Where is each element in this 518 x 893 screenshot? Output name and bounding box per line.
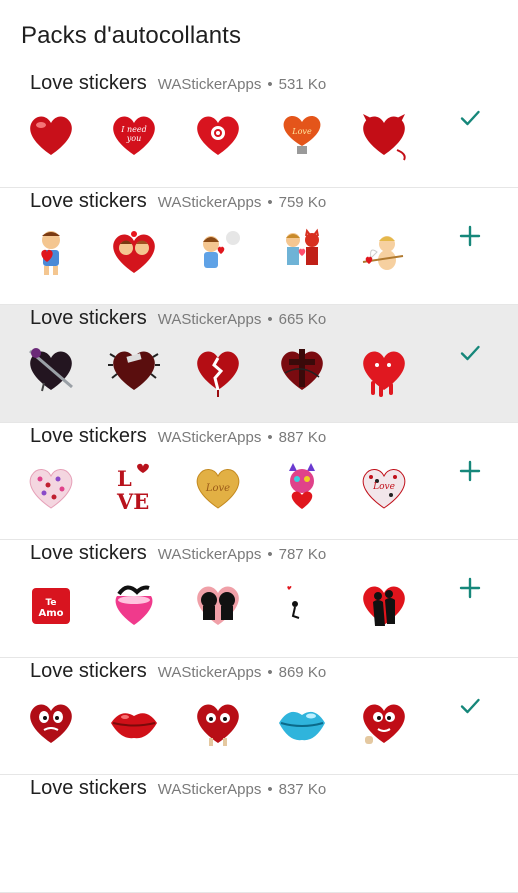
add-icon [458, 224, 482, 248]
check-icon [458, 694, 482, 718]
melting-heart-sticker [357, 343, 411, 397]
grumpy-heart-sticker [24, 696, 78, 750]
colorful-cat-heart-sticker [275, 461, 329, 515]
cupid-sticker [357, 226, 411, 280]
sticker-pack-row[interactable]: Love stickers WAStickerApps • 837 Ko [0, 775, 518, 893]
svg-text:you: you [126, 134, 142, 143]
svg-text:Te: Te [45, 598, 56, 608]
waving-heart-sticker [357, 696, 411, 750]
svg-text:VE: VE [116, 489, 149, 514]
love-bulb-sticker: Love [275, 108, 329, 162]
moon-girl-sticker [275, 578, 329, 632]
blue-lips-sticker [275, 696, 329, 750]
rose-heart-sticker [191, 108, 245, 162]
sticker-pack-row[interactable]: Love stickers WAStickerApps • 531 Ko I need y… [0, 70, 518, 188]
te-amo-pillow-sticker: Te Amo [24, 578, 78, 632]
cross-heart-sticker [275, 343, 329, 397]
pierced-heart-sticker [24, 343, 78, 397]
svg-text:I need: I need [120, 125, 146, 134]
silhouette-pink-heart-sticker [107, 578, 161, 632]
sticker-preview-strip [0, 658, 440, 775]
sticker-preview-strip: L VE Love Love [0, 423, 440, 540]
svg-text:Amo: Amo [38, 608, 63, 619]
kiss-silhouette-heart-sticker [191, 578, 245, 632]
check-icon [458, 341, 482, 365]
couple-red-heart-sticker [357, 578, 411, 632]
i-need-you-heart-sticker: I need you [107, 108, 161, 162]
pack-added-indicator[interactable] [452, 100, 488, 136]
sticker-pack-row[interactable]: Love stickers WAStickerApps • 759 Ko [0, 188, 518, 305]
sticker-pack-row[interactable]: Love stickers WAStickerApps • 869 Ko [0, 658, 518, 775]
add-pack-button[interactable] [452, 570, 488, 606]
sticker-preview-strip [0, 775, 440, 892]
pack-added-indicator[interactable] [452, 688, 488, 724]
love-letters-sticker: L VE [107, 461, 161, 515]
girl-blowing-sticker [191, 226, 245, 280]
add-icon [458, 459, 482, 483]
glossy-heart-sticker [24, 108, 78, 162]
red-lips-sticker [107, 696, 161, 750]
sticker-preview-strip: I need you Love [0, 70, 440, 187]
sticker-pack-list[interactable]: Love stickers WAStickerApps • 531 Ko I need y… [0, 70, 518, 893]
sticker-preview-strip [0, 188, 440, 305]
sticker-pack-row[interactable]: Love stickers WAStickerApps • 887 Ko L VE Love… [0, 423, 518, 540]
shy-heart-sticker [191, 696, 245, 750]
spiked-heart-sticker [107, 343, 161, 397]
svg-text:Love: Love [372, 482, 395, 492]
sticker-pack-row[interactable]: Love stickers WAStickerApps • 787 Ko Te Amo [0, 540, 518, 658]
boy-with-heart-sticker [24, 226, 78, 280]
cartoon-couple-sticker [275, 226, 329, 280]
sticker-preview-strip: Te Amo [0, 540, 440, 657]
gold-love-heart-sticker: Love [191, 461, 245, 515]
add-pack-button[interactable] [452, 218, 488, 254]
broken-heart-sticker [191, 343, 245, 397]
svg-text:Love: Love [291, 127, 312, 136]
add-icon [458, 576, 482, 600]
mosaic-love-heart-sticker: Love [357, 461, 411, 515]
page-title: Packs d'autocollants [21, 22, 242, 49]
sticker-preview-strip [0, 305, 440, 422]
add-pack-button[interactable] [452, 453, 488, 489]
kissing-couple-sticker [107, 226, 161, 280]
devil-heart-sticker [357, 108, 411, 162]
check-icon [458, 106, 482, 130]
sticker-pack-row[interactable]: Love stickers WAStickerApps • 665 Ko [0, 305, 518, 423]
pattern-heart-sticker [24, 461, 78, 515]
pack-added-indicator[interactable] [452, 335, 488, 371]
svg-text:Love: Love [205, 483, 230, 494]
svg-text:L: L [117, 466, 132, 491]
